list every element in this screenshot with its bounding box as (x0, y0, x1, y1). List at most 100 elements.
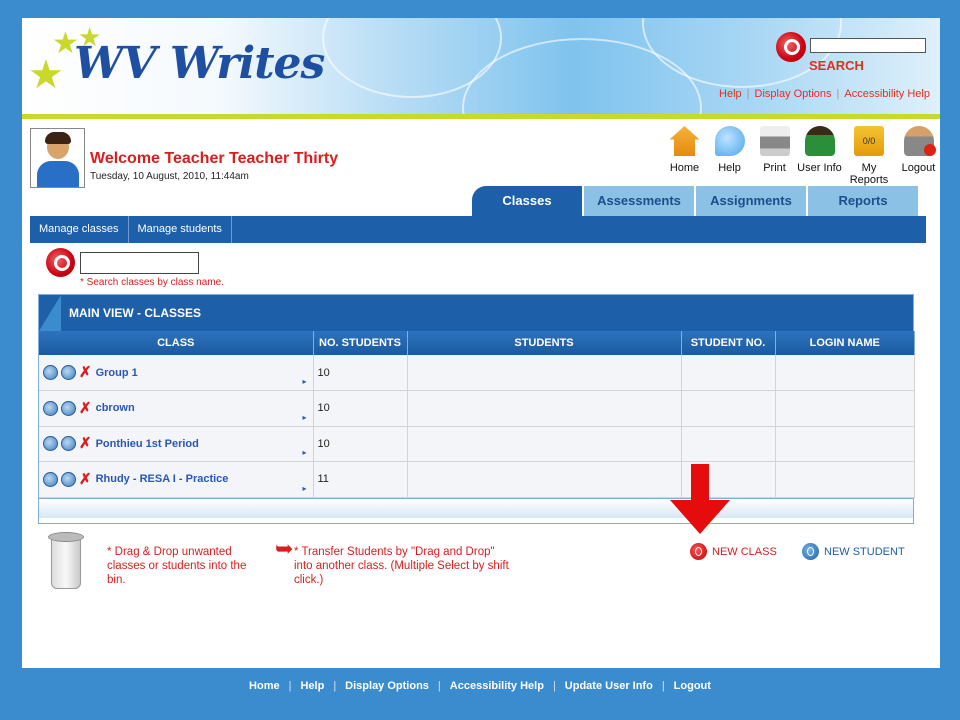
top-link-accessibility-help[interactable]: Accessibility Help (844, 88, 930, 100)
students-cell (407, 461, 682, 498)
nav-logout-label: Logout (901, 162, 936, 174)
student-count: 10 (313, 426, 408, 462)
quick-nav: Home Help Print User Info 0/0 My Reports… (662, 126, 941, 186)
column-header-class[interactable]: CLASS (39, 331, 314, 355)
footer-link-accessibility-help[interactable]: Accessibility Help (450, 680, 544, 692)
class-search-icon[interactable] (46, 248, 75, 277)
bin-instruction: * Drag & Drop unwanted classes or studen… (107, 546, 247, 586)
add-class-icon (690, 543, 707, 560)
top-link-help[interactable]: Help (719, 88, 742, 100)
table-row[interactable]: ✗ Ponthieu 1st Period ▸ 10 (39, 426, 915, 462)
delete-icon[interactable]: ✗ (79, 436, 92, 451)
site-logo[interactable]: WV Writes (74, 38, 325, 89)
table-row[interactable]: ✗ Group 1 ▸ 10 (39, 355, 915, 391)
login-name-cell (775, 355, 915, 391)
login-name-cell (775, 426, 915, 462)
edit-icon[interactable] (61, 436, 76, 452)
footer-link-display-options[interactable]: Display Options (345, 680, 429, 692)
site-search-input[interactable] (810, 38, 926, 53)
students-cell (407, 355, 682, 391)
nav-print-button[interactable]: Print (752, 126, 797, 186)
class-cell: ✗ Rhudy - RESA I - Practice ▸ (39, 461, 314, 498)
nav-logout-button[interactable]: Logout (896, 126, 941, 186)
subnav-manage-classes[interactable]: Manage classes (30, 216, 129, 243)
view-icon[interactable] (43, 471, 58, 487)
view-icon[interactable] (43, 400, 58, 416)
panel-title: MAIN VIEW - CLASSES (39, 295, 913, 331)
edit-icon[interactable] (61, 400, 76, 416)
class-name-link[interactable]: Rhudy - RESA I - Practice (96, 473, 229, 485)
student-no-cell (681, 355, 776, 391)
class-name-link[interactable]: Group 1 (96, 367, 138, 379)
delete-icon[interactable]: ✗ (79, 401, 92, 416)
student-count: 11 (313, 461, 408, 498)
expand-caret-icon[interactable]: ▸ (302, 413, 306, 422)
nav-home-label: Home (669, 162, 700, 174)
expand-caret-icon[interactable]: ▸ (302, 484, 306, 493)
search-label[interactable]: SEARCH (809, 58, 864, 73)
delete-icon[interactable]: ✗ (79, 365, 92, 380)
nav-user-info-label: User Info (797, 162, 842, 174)
column-header-student-no[interactable]: STUDENT NO. (681, 331, 776, 355)
table-row[interactable]: ✗ cbrown ▸ 10 (39, 390, 915, 427)
new-student-button[interactable]: NEW STUDENT (802, 543, 905, 560)
avatar (30, 128, 85, 188)
view-icon[interactable] (43, 436, 58, 452)
current-datetime: Tuesday, 10 August, 2010, 11:44am (90, 171, 249, 182)
view-icon[interactable] (43, 365, 58, 380)
page-frame: ★ ★ ★ WV Writes SEARCH Help | Display Opti… (22, 18, 940, 668)
new-class-label: NEW CLASS (712, 545, 777, 558)
students-cell (407, 390, 682, 427)
classes-panel: MAIN VIEW - CLASSES CLASS NO. STUDENTS S… (38, 294, 915, 524)
edit-icon[interactable] (61, 365, 76, 380)
column-header-students[interactable]: STUDENTS (407, 331, 682, 355)
nav-my-reports-button[interactable]: 0/0 My Reports (842, 126, 896, 186)
footer-link-update-user-info[interactable]: Update User Info (565, 680, 653, 692)
nav-home-button[interactable]: Home (662, 126, 707, 186)
class-search-input[interactable] (80, 252, 199, 274)
expand-caret-icon[interactable]: ▸ (302, 448, 306, 457)
footer-link-home[interactable]: Home (249, 680, 280, 692)
logout-icon (903, 126, 936, 156)
footer-links: Home | Help | Display Options | Accessibility … (249, 680, 711, 692)
printer-icon (759, 126, 790, 156)
tab-reports[interactable]: Reports (808, 186, 918, 216)
curved-arrow-icon: ➥ (275, 536, 294, 561)
class-cell: ✗ Group 1 ▸ (39, 355, 314, 391)
expand-caret-icon[interactable]: ▸ (302, 377, 306, 386)
tab-classes[interactable]: Classes (472, 186, 582, 216)
student-no-cell (681, 390, 776, 427)
panel-footer (39, 497, 913, 518)
table-row[interactable]: ✗ Rhudy - RESA I - Practice ▸ 11 (39, 461, 915, 498)
login-name-cell (775, 461, 915, 498)
column-header-no-students[interactable]: NO. STUDENTS (313, 331, 408, 355)
nav-help-button[interactable]: Help (707, 126, 752, 186)
welcome-message: Welcome Teacher Teacher Thirty (90, 150, 339, 167)
user-icon (804, 126, 835, 156)
edit-icon[interactable] (61, 471, 76, 487)
student-count: 10 (313, 390, 408, 427)
class-name-link[interactable]: cbrown (96, 402, 135, 414)
footer-link-logout[interactable]: Logout (674, 680, 711, 692)
tab-assessments[interactable]: Assessments (584, 186, 694, 216)
header-divider (22, 114, 940, 119)
home-icon (669, 126, 700, 156)
students-cell (407, 426, 682, 462)
transfer-instruction: * Transfer Students by "Drag and Drop" i… (294, 546, 509, 586)
top-link-display-options[interactable]: Display Options (755, 88, 832, 100)
delete-icon[interactable]: ✗ (79, 472, 92, 487)
footer-link-help[interactable]: Help (300, 680, 324, 692)
search-icon[interactable] (776, 32, 806, 62)
reports-folder-icon: 0/0 (854, 126, 884, 156)
nav-user-info-button[interactable]: User Info (797, 126, 842, 186)
main-tabs: Classes Assessments Assignments Reports (472, 186, 920, 216)
header-banner: ★ ★ ★ WV Writes SEARCH Help | Display Opti… (22, 18, 940, 114)
trash-bin-icon[interactable] (48, 532, 84, 590)
column-header-login-name[interactable]: LOGIN NAME (775, 331, 915, 355)
help-bubble-icon (714, 126, 745, 156)
subnav-manage-students[interactable]: Manage students (129, 216, 232, 243)
tab-assignments[interactable]: Assignments (696, 186, 806, 216)
new-class-button[interactable]: NEW CLASS (690, 543, 777, 560)
classes-table: CLASS NO. STUDENTS STUDENTS STUDENT NO. … (39, 331, 915, 498)
class-name-link[interactable]: Ponthieu 1st Period (96, 438, 199, 450)
